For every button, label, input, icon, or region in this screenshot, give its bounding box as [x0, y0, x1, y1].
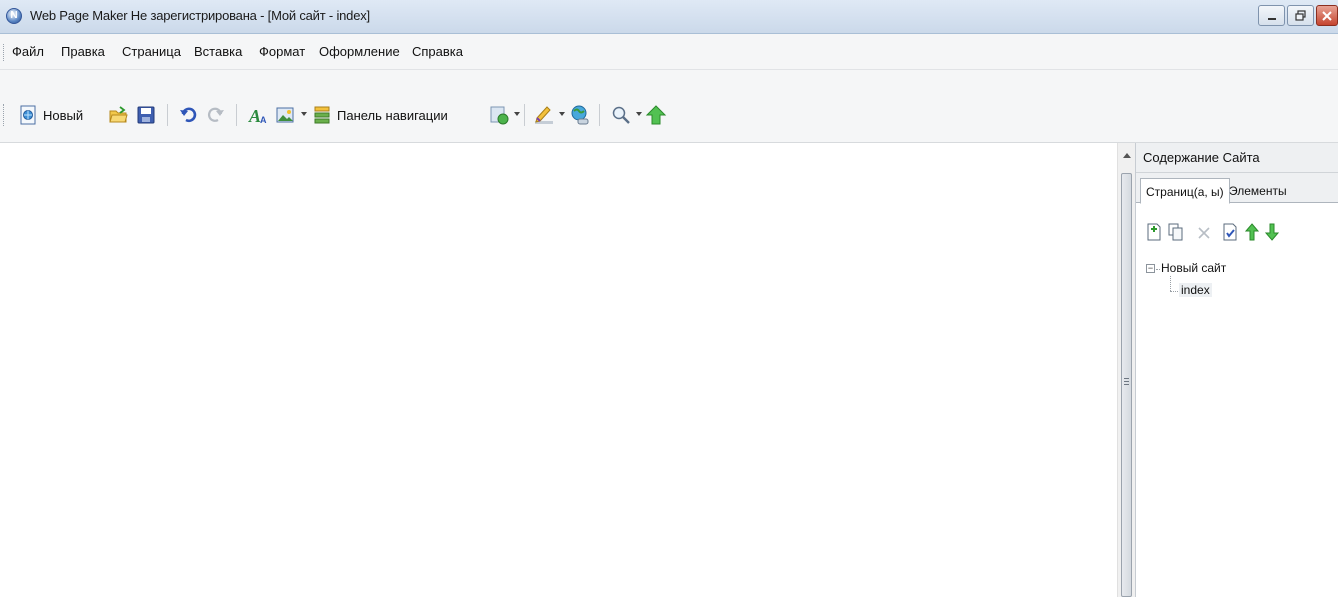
tab-pages[interactable]: Страниц(а, ы): [1140, 178, 1230, 204]
zoom-dropdown-arrow[interactable]: [636, 112, 642, 116]
canvas-scrollbar[interactable]: [1117, 143, 1135, 597]
toolbar-separator: [524, 104, 525, 126]
panel-tabs: Страниц(а, ы) Элементы: [1136, 173, 1338, 204]
site-content-panel: Содержание Сайта Страниц(а, ы) Элементы …: [1135, 143, 1338, 597]
move-down-icon[interactable]: [1264, 223, 1280, 241]
upload-arrow-icon[interactable]: [645, 104, 667, 125]
zoom-icon[interactable]: [611, 105, 631, 125]
tree-collapse-toggle[interactable]: −: [1146, 264, 1155, 273]
restore-icon: [1294, 10, 1306, 21]
tree-connector: [1156, 269, 1160, 270]
panel-title: Содержание Сайта: [1136, 143, 1338, 173]
shape-dropdown-arrow[interactable]: [514, 112, 520, 116]
image-dropdown-arrow[interactable]: [301, 112, 307, 116]
close-button[interactable]: [1316, 5, 1338, 26]
new-page-icon: [18, 105, 38, 125]
minimize-icon: [1267, 18, 1276, 20]
tree-connector: [1170, 276, 1171, 291]
menu-bar: Файл Правка Страница Вставка Формат Офор…: [0, 34, 1338, 70]
shape-icon[interactable]: [489, 105, 509, 125]
delete-icon[interactable]: [1196, 223, 1212, 241]
image-icon[interactable]: [275, 105, 295, 125]
app-logo-icon: N: [6, 8, 22, 24]
new-label: Новый: [43, 107, 84, 123]
tree-connector: [1170, 291, 1178, 292]
new-button[interactable]: Новый: [18, 103, 83, 127]
thumb-grip-line: [1124, 381, 1129, 382]
toolbar-separator: [167, 104, 168, 126]
toolbar: Новый AA Панель навигации: [0, 70, 1338, 143]
undo-icon[interactable]: [178, 105, 198, 125]
menu-help[interactable]: Справка: [412, 44, 463, 59]
menu-design[interactable]: Оформление: [319, 44, 400, 59]
tree-item-index[interactable]: index: [1179, 283, 1212, 297]
tree-root-site[interactable]: Новый сайт: [1161, 261, 1226, 275]
copy-page-icon[interactable]: [1168, 223, 1184, 241]
toolbar-separator: [236, 104, 237, 126]
move-up-icon[interactable]: [1244, 223, 1260, 241]
navigation-panel-icon: [312, 105, 332, 125]
menu-grip[interactable]: [3, 44, 6, 61]
open-folder-icon[interactable]: [108, 105, 128, 125]
thumb-grip-line: [1124, 378, 1129, 379]
navigation-panel-label: Панель навигации: [337, 107, 448, 123]
draw-dropdown-arrow[interactable]: [559, 112, 565, 116]
menu-page[interactable]: Страница: [122, 44, 181, 59]
minimize-button[interactable]: [1258, 5, 1285, 26]
tab-elements[interactable]: Элементы: [1224, 178, 1292, 204]
panel-toolbar: [1136, 204, 1338, 256]
redo-icon[interactable]: [206, 105, 226, 125]
page-canvas[interactable]: [0, 143, 1117, 597]
scroll-up-arrow[interactable]: [1123, 153, 1131, 158]
menu-insert[interactable]: Вставка: [194, 44, 242, 59]
text-style-icon[interactable]: AA: [248, 105, 268, 126]
menu-file[interactable]: Файл: [12, 44, 44, 59]
title-bar: N Web Page Maker Не зарегистрирована - […: [0, 0, 1338, 34]
navigation-panel-button[interactable]: Панель навигации: [312, 103, 448, 127]
publish-icon[interactable]: [569, 104, 589, 125]
save-icon[interactable]: [136, 105, 156, 125]
close-icon: [1322, 11, 1332, 21]
draw-icon[interactable]: [533, 104, 553, 124]
window-title: Web Page Maker Не зарегистрирована - [Мо…: [30, 8, 370, 23]
menu-format[interactable]: Формат: [259, 44, 305, 59]
scroll-thumb[interactable]: [1121, 173, 1132, 597]
menu-edit[interactable]: Правка: [61, 44, 105, 59]
add-page-icon[interactable]: [1146, 223, 1162, 241]
svg-text:A: A: [260, 115, 267, 125]
restore-button[interactable]: [1287, 5, 1314, 26]
toolbar-grip[interactable]: [3, 104, 6, 126]
thumb-grip-line: [1124, 384, 1129, 385]
page-properties-icon[interactable]: [1222, 223, 1238, 241]
toolbar-separator: [599, 104, 600, 126]
